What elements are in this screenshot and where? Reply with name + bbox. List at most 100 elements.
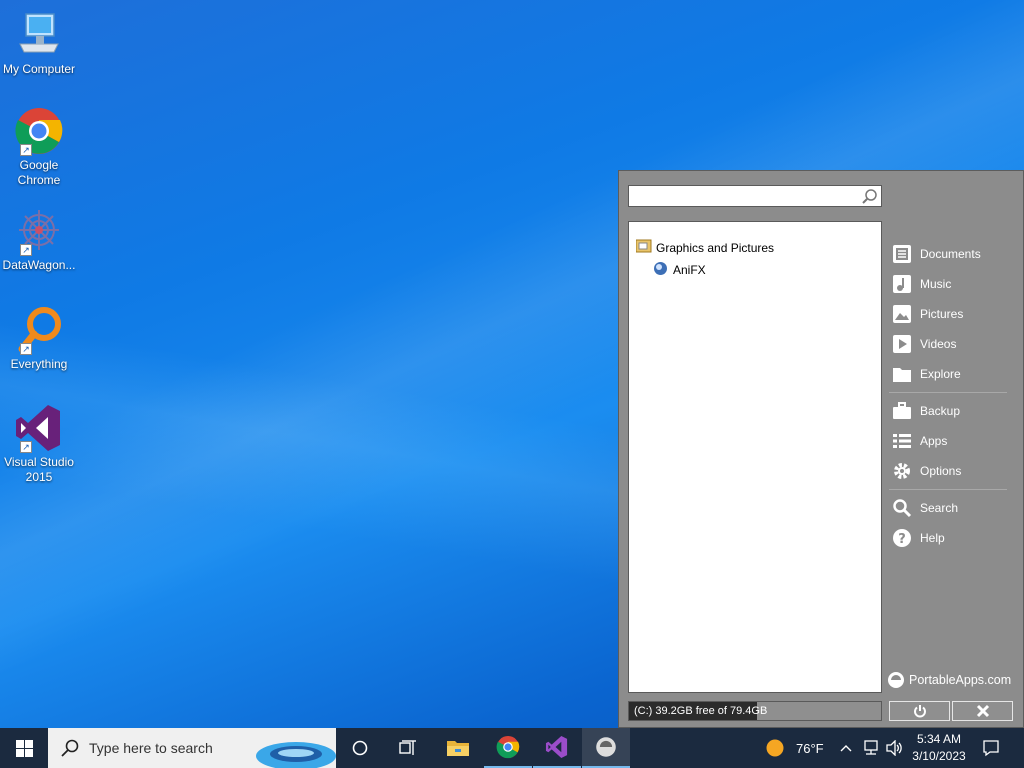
desktop-icon-visual-studio[interactable]: ↗ Visual Studio 2015 [1,403,77,485]
sidebar-item-options[interactable]: Options [889,456,1013,486]
task-view-button[interactable] [384,728,432,768]
start-button[interactable] [0,728,48,768]
taskbar-search-box[interactable]: Type here to search [48,728,336,768]
apps-list-icon [893,434,911,448]
everything-search-icon: ↗ [14,305,64,355]
power-icon [913,705,926,718]
search-highlight-image [256,742,336,768]
desktop-icon-google-chrome[interactable]: ↗ Google Chrome [1,106,77,188]
taskbar-file-explorer[interactable] [434,728,482,768]
sun-weather-icon [766,739,784,757]
desktop-icon-everything[interactable]: ↗ Everything [1,305,77,372]
chevron-up-icon [840,745,852,752]
sidebar-item-label: Options [920,464,962,478]
menu-sidebar: Documents Music Pictures Videos Explore … [889,239,1013,553]
sidebar-divider [889,392,1007,393]
portableapps-icon [596,737,616,757]
shortcut-arrow-icon: ↗ [20,343,32,355]
sidebar-item-pictures[interactable]: Pictures [889,299,1013,329]
app-item-anifx[interactable]: AniFX [653,261,706,279]
sidebar-item-help[interactable]: ? Help [889,523,1013,553]
portableapps-logo-icon [888,672,904,688]
sidebar-item-apps[interactable]: Apps [889,426,1013,456]
clock-date: 3/10/2023 [912,749,966,763]
chrome-icon [496,735,520,759]
visual-studio-icon: ↗ [14,403,64,453]
taskbar-chrome[interactable] [484,728,532,768]
desktop-icon-label: DataWagon... [2,258,76,272]
portableapps-logo-text: PortableApps.com [909,673,1012,687]
sidebar-divider [889,489,1007,490]
close-menu-button[interactable] [952,701,1013,721]
task-view-icon [399,740,416,755]
sidebar-item-label: Documents [920,247,981,261]
documents-icon [893,245,911,263]
weather-temperature: 76°F [796,740,824,756]
taskbar-portableapps[interactable] [582,728,630,768]
desktop-icon-label: My Computer [2,62,76,76]
videos-icon [893,335,911,353]
taskbar: Type here to search 76°F 5:34 AM 3/10/20… [0,728,1024,768]
help-icon: ? [893,529,911,547]
app-list: Graphics and Pictures AniFX [628,221,882,693]
datawagon-icon: ↗ [14,206,64,256]
anifx-icon [653,261,668,279]
volume-button[interactable] [885,728,903,768]
power-button[interactable] [889,701,950,721]
category-graphics-and-pictures[interactable]: Graphics and Pictures [635,239,775,256]
sidebar-item-label: Music [920,277,952,291]
show-hidden-icons-button[interactable] [840,728,852,768]
desktop-icon-my-computer[interactable]: My Computer [1,10,77,77]
search-icon[interactable] [862,188,878,207]
network-icon [864,740,878,755]
action-center-button[interactable] [982,728,1000,768]
cortana-button[interactable] [336,728,384,768]
speaker-icon [886,740,902,756]
shortcut-arrow-icon: ↗ [20,144,32,156]
network-button[interactable] [862,728,880,768]
desktop-icon-label: Everything [10,357,68,371]
desktop-icon-label: Visual Studio 2015 [4,455,74,484]
taskbar-search-placeholder: Type here to search [89,740,213,756]
sidebar-item-documents[interactable]: Documents [889,239,1013,269]
sidebar-item-label: Pictures [920,307,964,321]
category-folder-icon [635,239,652,256]
notification-icon [983,740,999,757]
sidebar-item-label: Backup [920,404,961,418]
windows-logo-icon [15,739,33,757]
sidebar-item-backup[interactable]: Backup [889,396,1013,426]
desktop-icon-label: Google Chrome [17,158,61,187]
close-icon [976,704,989,718]
music-icon [893,275,911,293]
drive-space-label: (C:) 39.2GB free of 79.4GB [634,705,768,717]
sidebar-item-label: Videos [920,337,957,351]
sidebar-item-label: Apps [920,434,948,448]
svg-text:?: ? [898,532,906,547]
search-icon [61,739,79,757]
shortcut-arrow-icon: ↗ [20,441,32,453]
folder-icon [893,368,911,382]
app-search-box [628,185,882,207]
sidebar-item-label: Search [920,501,959,515]
app-search-input[interactable] [633,187,857,205]
clock-time: 5:34 AM [916,732,962,746]
sidebar-item-search[interactable]: Search [889,493,1013,523]
app-item-label: AniFX [673,263,706,277]
file-explorer-icon [447,741,469,756]
chrome-icon: ↗ [14,106,64,156]
search-icon [893,499,912,518]
sidebar-item-label: Explore [920,367,961,381]
sidebar-item-videos[interactable]: Videos [889,329,1013,359]
taskbar-clock[interactable]: 5:34 AM 3/10/2023 [908,731,970,765]
sidebar-item-label: Help [920,531,945,545]
taskbar-visual-studio[interactable] [533,728,581,768]
sidebar-item-explore[interactable]: Explore [889,359,1013,389]
category-label: Graphics and Pictures [656,240,775,255]
shortcut-arrow-icon: ↗ [20,244,32,256]
desktop-icon-datawagon[interactable]: ↗ DataWagon... [1,206,77,273]
visual-studio-icon [545,735,568,759]
weather-widget[interactable]: 76°F [766,728,824,768]
gear-icon [894,463,910,479]
sidebar-item-music[interactable]: Music [889,269,1013,299]
portableapps-logo[interactable]: PortableApps.com [887,671,1011,689]
